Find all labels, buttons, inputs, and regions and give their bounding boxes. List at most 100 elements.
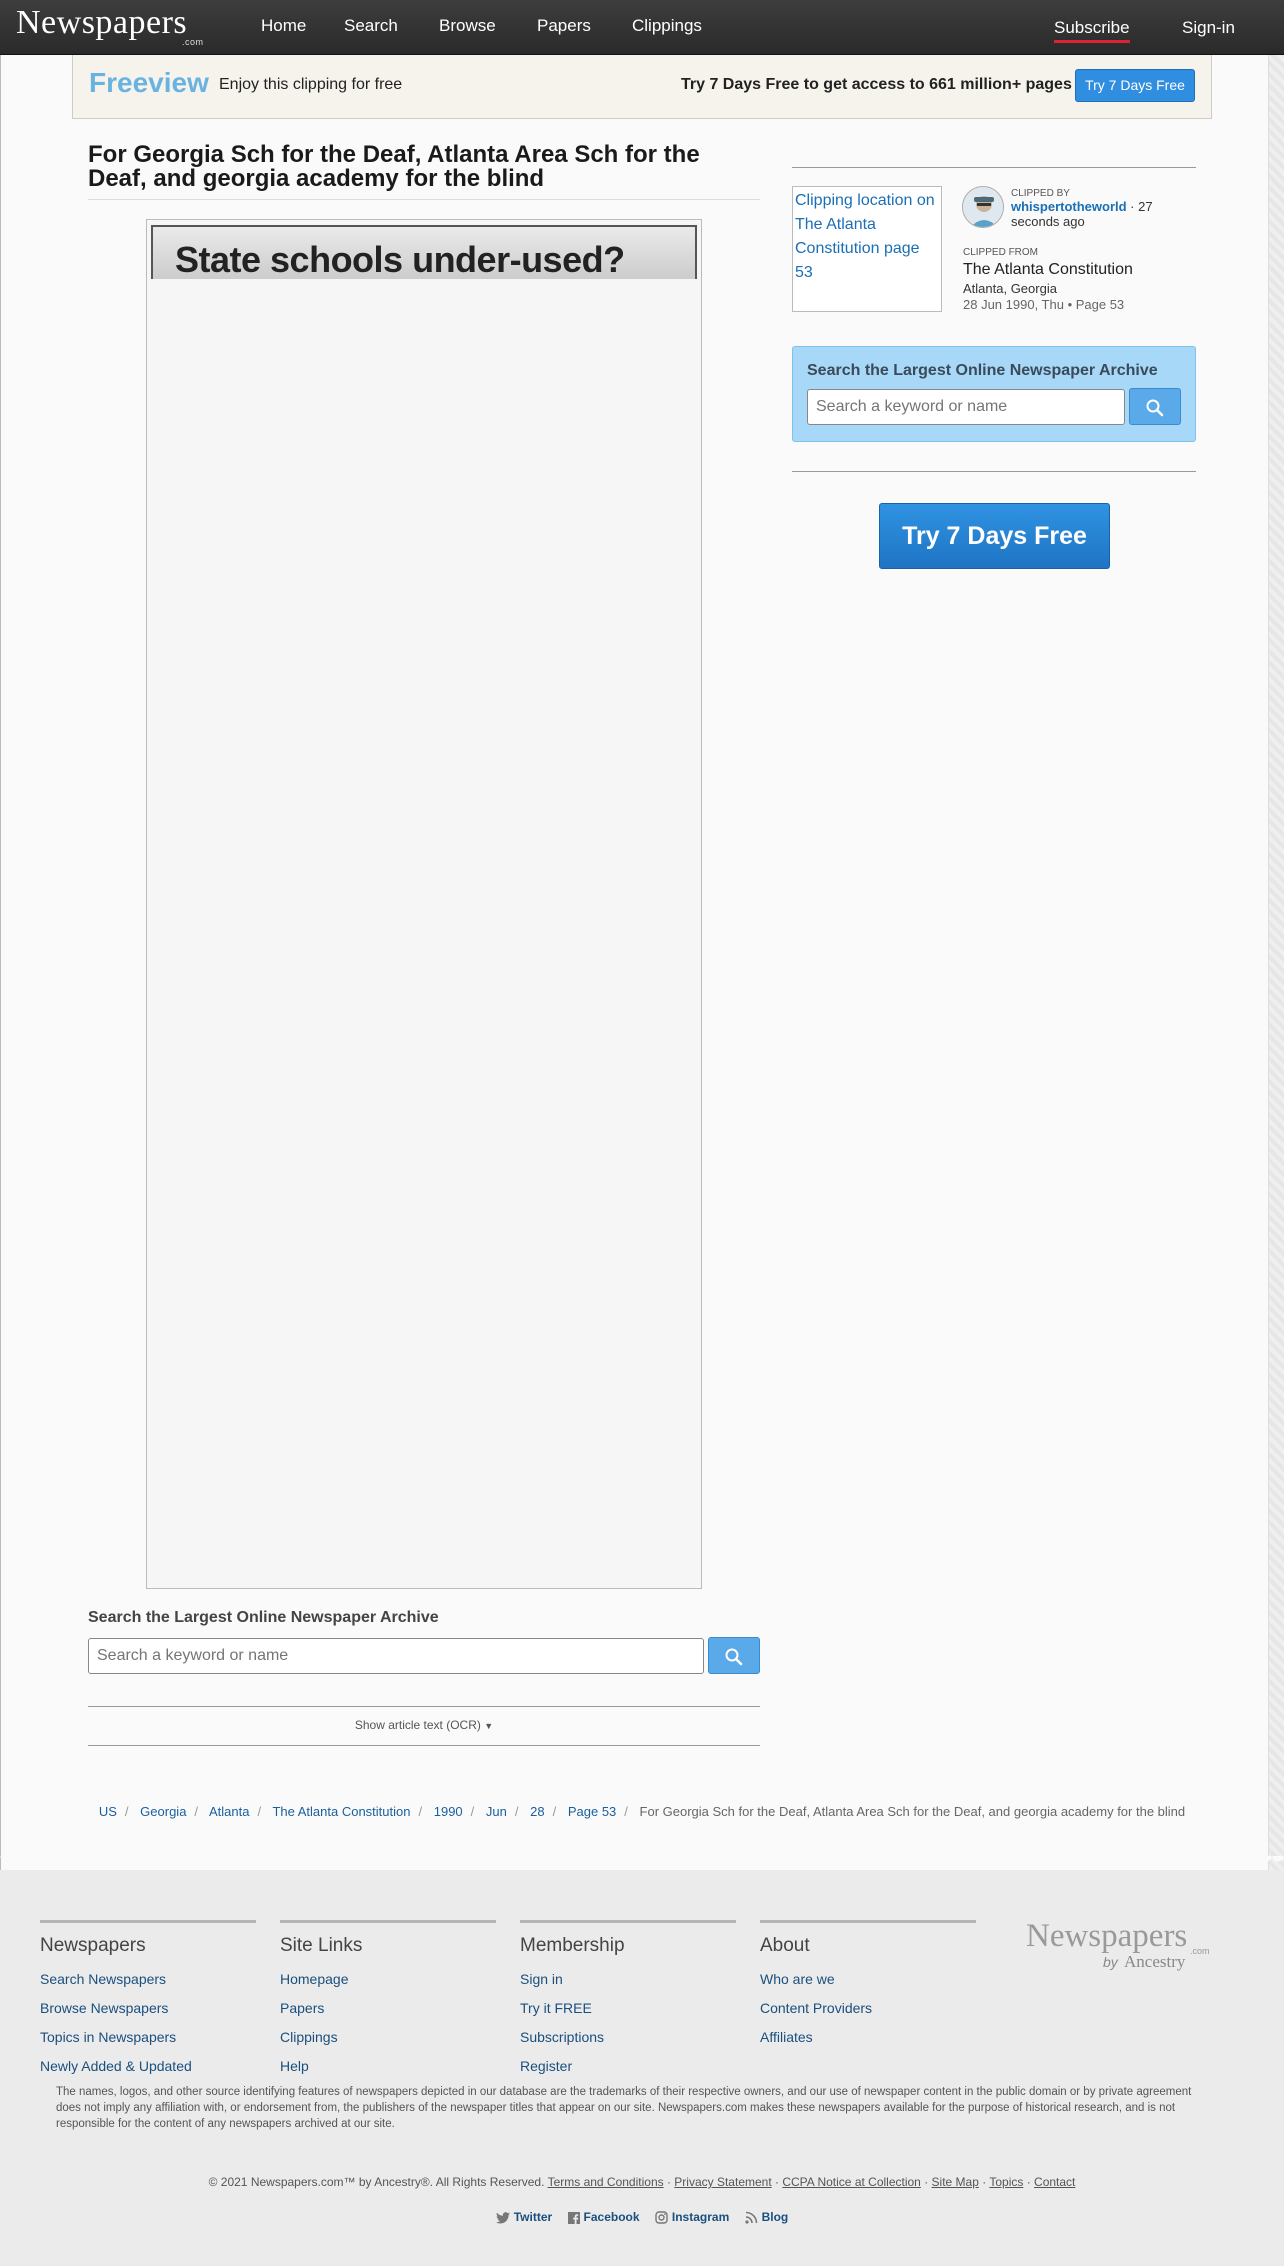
nav-clippings[interactable]: Clippings: [632, 16, 702, 36]
signin-link[interactable]: Sign-in: [1182, 18, 1235, 38]
footer-link-register[interactable]: Register: [520, 2052, 736, 2081]
breadcrumb-georgia[interactable]: Georgia: [140, 1804, 186, 1819]
freeview-trial-text: Try 7 Days Free to get access to 661 mil…: [681, 76, 1072, 93]
topics-link[interactable]: Topics: [989, 2175, 1023, 2189]
instagram-label: Instagram: [671, 2210, 730, 2224]
footer-column-title: Newspapers: [40, 1935, 146, 1956]
freeview-banner: Freeview Enjoy this clipping for free Tr…: [72, 55, 1212, 119]
search-label: Search the Largest Online Newspaper Arch…: [88, 1609, 439, 1626]
nav-search[interactable]: Search: [344, 16, 398, 36]
footer-link-search-newspapers[interactable]: Search Newspapers: [40, 1965, 256, 1994]
search-icon: [1146, 399, 1164, 417]
avatar-icon: [963, 187, 1003, 227]
terms-link[interactable]: Terms and Conditions: [548, 2175, 664, 2189]
page-edge-decoration: [1268, 55, 1284, 1870]
footer-link-affiliates[interactable]: Affiliates: [760, 2023, 976, 2052]
nav-papers[interactable]: Papers: [537, 16, 591, 36]
footer-link-browse-newspapers[interactable]: Browse Newspapers: [40, 1994, 256, 2023]
breadcrumb-day[interactable]: 28: [530, 1804, 544, 1819]
nav-browse[interactable]: Browse: [439, 16, 496, 36]
thumbnail-alt-text: Clipping location on The Atlanta Constit…: [795, 192, 935, 281]
user-avatar[interactable]: [962, 186, 1004, 228]
breadcrumb-us[interactable]: US: [99, 1804, 117, 1819]
breadcrumb-page[interactable]: Page 53: [568, 1804, 616, 1819]
breadcrumb-year[interactable]: 1990: [434, 1804, 463, 1819]
instagram-link[interactable]: Instagram: [655, 2210, 733, 2225]
footer-logo-com: .com: [1190, 1946, 1210, 1956]
nav-home[interactable]: Home: [261, 16, 306, 36]
clipped-by-info: whispertotheworld · 27 seconds ago: [1011, 199, 1161, 229]
clipping-headline: State schools under-used?: [175, 239, 625, 280]
footer-link-help[interactable]: Help: [280, 2052, 496, 2081]
clipping-title: For Georgia Sch for the Deaf, Atlanta Ar…: [88, 141, 700, 192]
ancestry-logo: Ancestry: [1124, 1952, 1186, 1971]
footer-link-topics[interactable]: Topics in Newspapers: [40, 2023, 256, 2052]
footer-link-homepage[interactable]: Homepage: [280, 1965, 496, 1994]
clipped-by-label: CLIPPED BY: [1011, 188, 1070, 199]
sidebar-search-button[interactable]: [1129, 388, 1181, 425]
footer-column-site-links: Site Links Homepage Papers Clippings Hel…: [280, 1920, 496, 2081]
breadcrumb-separator: /: [194, 1804, 199, 1819]
footer-column-about: About Who are we Content Providers Affil…: [760, 1920, 976, 2052]
blog-link[interactable]: Blog: [744, 2210, 789, 2224]
facebook-link[interactable]: Facebook: [567, 2210, 643, 2224]
site-footer: Newspapers Search Newspapers Browse News…: [0, 1870, 1284, 2266]
breadcrumb-separator: /: [552, 1804, 557, 1819]
clipping-location-thumbnail[interactable]: Clipping location on The Atlanta Constit…: [792, 186, 942, 312]
footer-column-title: Membership: [520, 1935, 625, 1956]
subscribe-link[interactable]: Subscribe: [1054, 18, 1130, 43]
paper-name[interactable]: The Atlanta Constitution: [963, 261, 1133, 279]
clipping-image[interactable]: State schools under-used?: [146, 219, 702, 1589]
footer-logo-by: by: [1103, 1954, 1118, 1970]
footer-link-content-providers[interactable]: Content Providers: [760, 1994, 976, 2023]
search-button[interactable]: [708, 1637, 760, 1674]
footer-link-signin[interactable]: Sign in: [520, 1965, 736, 1994]
blog-label: Blog: [761, 2210, 789, 2224]
paper-date-page: 28 Jun 1990, Thu • Page 53: [963, 297, 1125, 312]
breadcrumb-separator: /: [418, 1804, 423, 1819]
clipper-username-link[interactable]: whispertotheworld: [1011, 199, 1127, 214]
breadcrumb-paper[interactable]: The Atlanta Constitution: [272, 1804, 410, 1819]
show-ocr-label: Show article text (OCR): [354, 1718, 481, 1732]
breadcrumb-separator: /: [124, 1804, 129, 1819]
freeview-try-button[interactable]: Try 7 Days Free: [1075, 69, 1195, 102]
breadcrumb-separator: /: [257, 1804, 262, 1819]
newspapers-logo[interactable]: Newspapers .com: [16, 4, 203, 47]
footer-link-newly-added[interactable]: Newly Added & Updated: [40, 2052, 256, 2081]
privacy-link[interactable]: Privacy Statement: [674, 2175, 771, 2189]
try-free-button[interactable]: Try 7 Days Free: [879, 503, 1110, 569]
copyright-text: © 2021 Newspapers.com™ by Ancestry®. All…: [208, 2175, 545, 2189]
footer-link-who-are-we[interactable]: Who are we: [760, 1965, 976, 1994]
footer-column-title: About: [760, 1935, 810, 1956]
paper-location: Atlanta, Georgia: [963, 281, 1057, 296]
contact-link[interactable]: Contact: [1034, 2175, 1075, 2189]
breadcrumb-atlanta[interactable]: Atlanta: [209, 1804, 249, 1819]
sidebar-search-input[interactable]: [807, 389, 1125, 425]
show-ocr-toggle[interactable]: Show article text (OCR) ▼: [88, 1718, 760, 1732]
ocr-divider-top: [88, 1706, 760, 1707]
twitter-link[interactable]: Twitter: [495, 2210, 556, 2224]
sitemap-link[interactable]: Site Map: [932, 2175, 979, 2189]
ccpa-link[interactable]: CCPA Notice at Collection: [782, 2175, 921, 2189]
breadcrumb-separator: /: [514, 1804, 519, 1819]
footer-link-subscriptions[interactable]: Subscriptions: [520, 2023, 736, 2052]
logo-text: Newspapers: [16, 4, 188, 41]
twitter-label: Twitter: [513, 2210, 553, 2224]
footer-link-clippings[interactable]: Clippings: [280, 2023, 496, 2052]
title-divider: [88, 199, 760, 200]
breadcrumb-month[interactable]: Jun: [486, 1804, 507, 1819]
footer-link-papers[interactable]: Papers: [280, 1994, 496, 2023]
search-input[interactable]: [88, 1638, 704, 1674]
top-navigation-bar: Newspapers .com Home Search Browse Paper…: [0, 0, 1284, 55]
footer-link-try-free[interactable]: Try it FREE: [520, 1994, 736, 2023]
clipping-headline-strip: State schools under-used?: [151, 225, 697, 280]
freeview-title: Freeview: [89, 67, 209, 98]
rss-icon: [744, 2212, 757, 2224]
footer-copyright-line: © 2021 Newspapers.com™ by Ancestry®. All…: [208, 2175, 1076, 2189]
ocr-divider-bottom: [88, 1745, 760, 1746]
clipped-from-label: CLIPPED FROM: [963, 247, 1039, 258]
freeview-enjoy-text: Enjoy this clipping for free: [219, 76, 403, 93]
footer-logo[interactable]: Newspapers: [1026, 1918, 1187, 1955]
footer-column-newspapers: Newspapers Search Newspapers Browse News…: [40, 1920, 256, 2081]
social-links: Twitter Facebook Instagram Blog: [0, 2210, 1284, 2225]
